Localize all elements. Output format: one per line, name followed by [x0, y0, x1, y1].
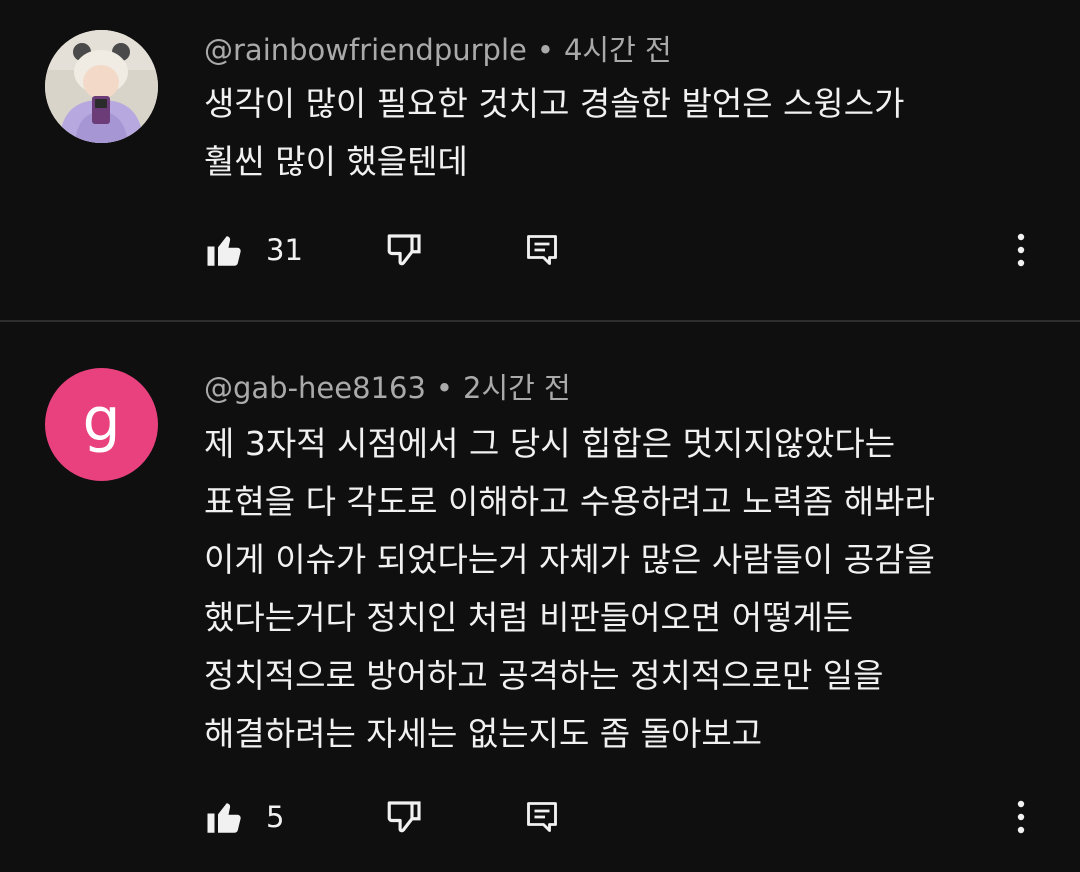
dislike-button[interactable] [384, 225, 426, 275]
avatar-letter: g [82, 384, 121, 455]
thumbs-up-icon [207, 236, 241, 266]
reply-icon [527, 802, 557, 832]
more-vert-icon [1017, 233, 1025, 267]
comment-actions: 5 [204, 792, 1064, 842]
like-count: 31 [266, 233, 303, 267]
comment-actions: 31 [204, 225, 1064, 275]
comment-meta: @gab-hee8163 • 2시간 전 [204, 368, 571, 408]
comment-meta: @rainbowfriendpurple • 4시간 전 [204, 30, 672, 70]
like-button[interactable]: 31 [204, 225, 303, 275]
comment-time: 2시간 전 [463, 371, 571, 405]
avatar-photo [45, 30, 158, 143]
author-name[interactable]: @gab-hee8163 [204, 371, 426, 405]
comment-item: @rainbowfriendpurple • 4시간 전 생각이 많이 필요한 것치… [0, 0, 1080, 320]
thumbs-down-icon [387, 801, 421, 833]
avatar[interactable] [45, 30, 158, 143]
author-name[interactable]: @rainbowfriendpurple [204, 33, 527, 67]
comment-item: g @gab-hee8163 • 2시간 전 제 3자적 시점에서 그 당시 힙합은… [0, 322, 1080, 872]
comment-text: 제 3자적 시점에서 그 당시 힙합은 멋지지않았다는 표현을 다 각도로 이해… [204, 424, 935, 753]
avatar[interactable]: g [45, 368, 158, 481]
reply-icon [527, 235, 557, 265]
reply-button[interactable] [524, 225, 560, 275]
comment-time: 4시간 전 [563, 33, 672, 67]
thumbs-down-icon [387, 234, 421, 266]
more-vert-icon [1017, 800, 1025, 834]
meta-separator: • [536, 33, 554, 67]
comment-text: 생각이 많이 필요한 것치고 경솔한 발언은 스윙스가 훨씬 많이 했을텐데 [204, 84, 905, 181]
like-count: 5 [266, 800, 285, 834]
dislike-button[interactable] [384, 792, 426, 842]
more-options-button[interactable] [1016, 792, 1026, 842]
thumbs-up-icon [207, 803, 241, 833]
meta-separator: • [435, 371, 454, 405]
like-button[interactable]: 5 [204, 792, 284, 842]
reply-button[interactable] [524, 792, 560, 842]
more-options-button[interactable] [1016, 225, 1026, 275]
